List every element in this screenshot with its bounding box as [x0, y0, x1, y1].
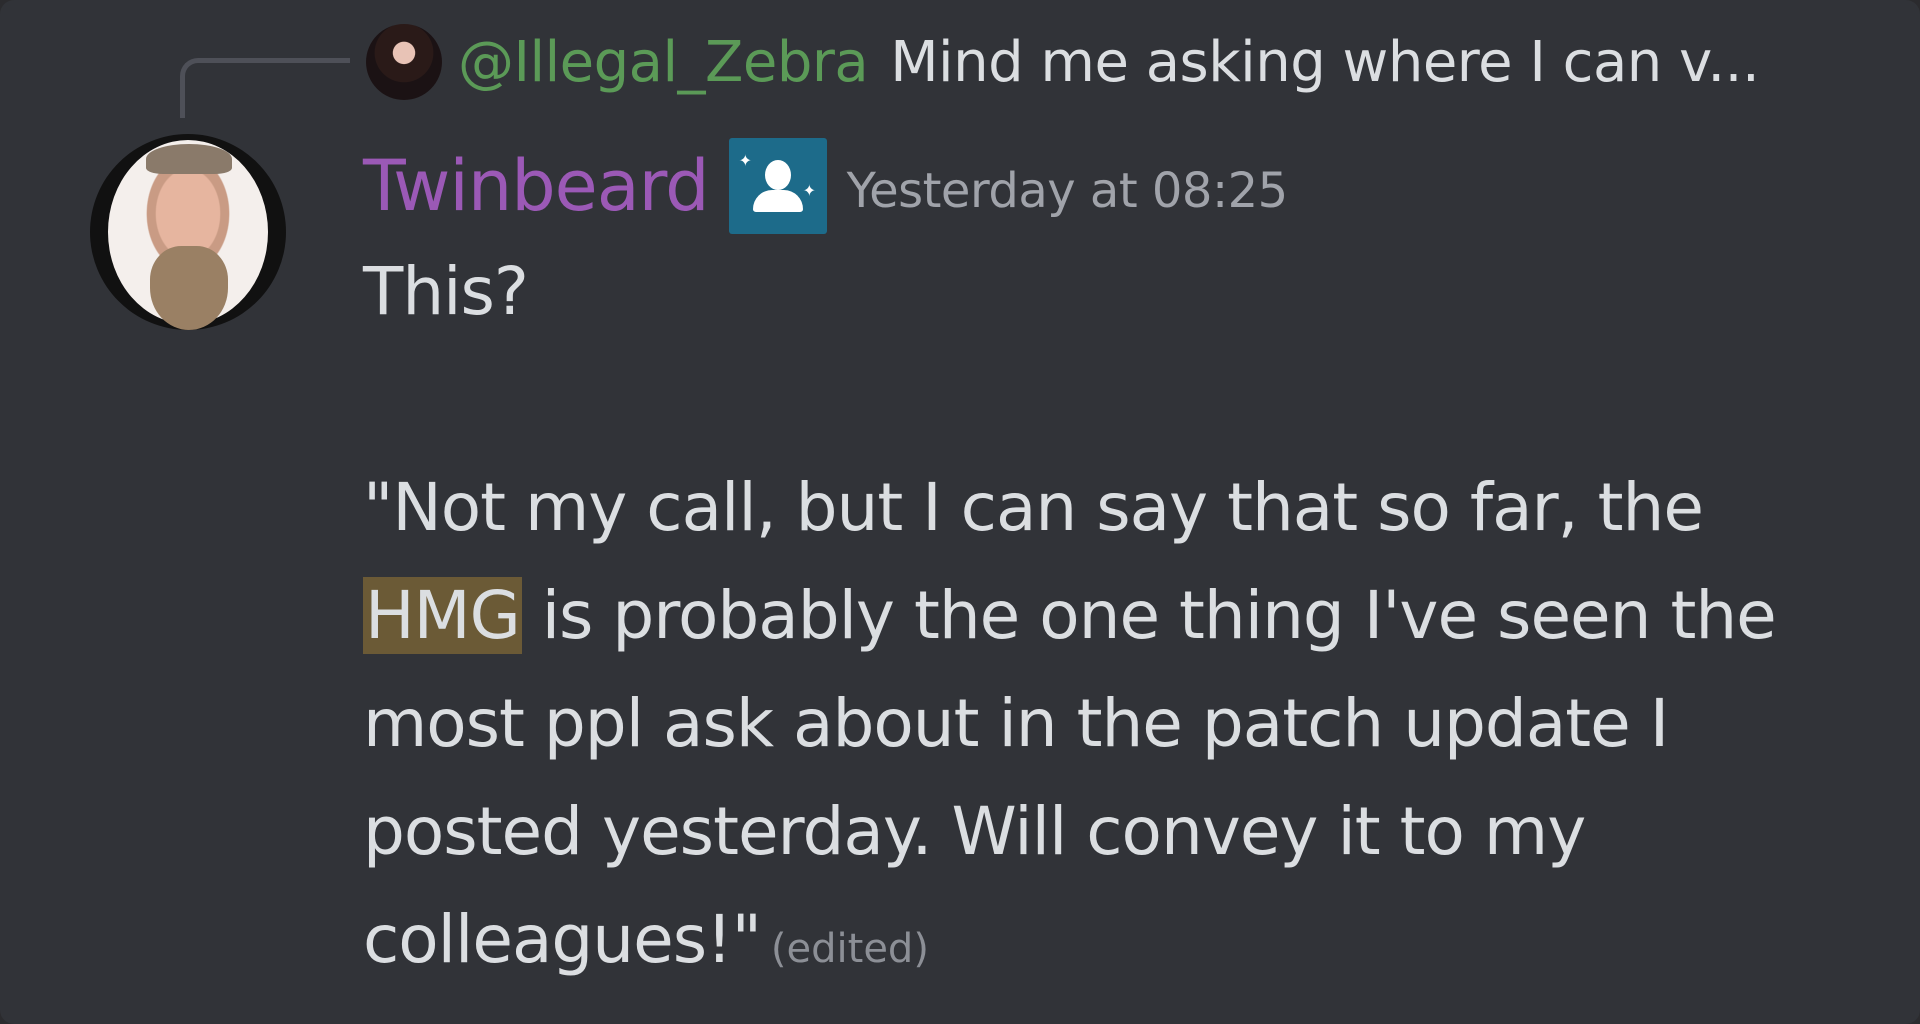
message-line: HMG is probably the one thing I've seen … [363, 562, 1803, 670]
sparkle-icon: ✦ [738, 151, 753, 170]
message-line: "Not my call, but I can say that so far,… [363, 469, 1704, 546]
avatar-beard [150, 246, 228, 330]
highlighted-keyword: HMG [363, 577, 522, 654]
reply-connector-line [180, 58, 350, 118]
message-line: colleagues!" (edited) [363, 886, 1803, 1003]
message-content: This? "Not my call, but I can say that s… [363, 238, 1803, 1003]
author-username[interactable]: Twinbeard [363, 145, 710, 227]
message-line-text: colleagues!" [363, 901, 762, 978]
message-header: Twinbeard ✦ ✦ Yesterday at 08:25 [363, 136, 1288, 236]
badge-body-shape [752, 190, 803, 212]
message-timestamp[interactable]: Yesterday at 08:25 [847, 163, 1289, 219]
sparkle-icon: ✦ [802, 181, 817, 200]
reply-preview-text[interactable]: Mind me asking where I can v... [890, 30, 1760, 95]
reply-username[interactable]: @Illegal_Zebra [458, 30, 869, 95]
chat-message-container: @Illegal_Zebra Mind me asking where I ca… [0, 0, 1920, 1024]
message-line-text: is probably the one thing I've seen the [521, 577, 1777, 654]
role-badge-icon[interactable]: ✦ ✦ [728, 138, 827, 234]
reply-reference[interactable]: @Illegal_Zebra Mind me asking where I ca… [366, 22, 1760, 102]
author-avatar[interactable] [90, 134, 286, 330]
message-line: posted yesterday. Will convey it to my [363, 793, 1586, 870]
badge-head-shape [764, 160, 791, 190]
reply-avatar[interactable] [366, 24, 442, 100]
message-line: most ppl ask about in the patch update I [363, 685, 1669, 762]
avatar-hair [146, 144, 232, 174]
message-line: This? [363, 253, 529, 330]
edited-indicator[interactable]: (edited) [771, 926, 929, 972]
